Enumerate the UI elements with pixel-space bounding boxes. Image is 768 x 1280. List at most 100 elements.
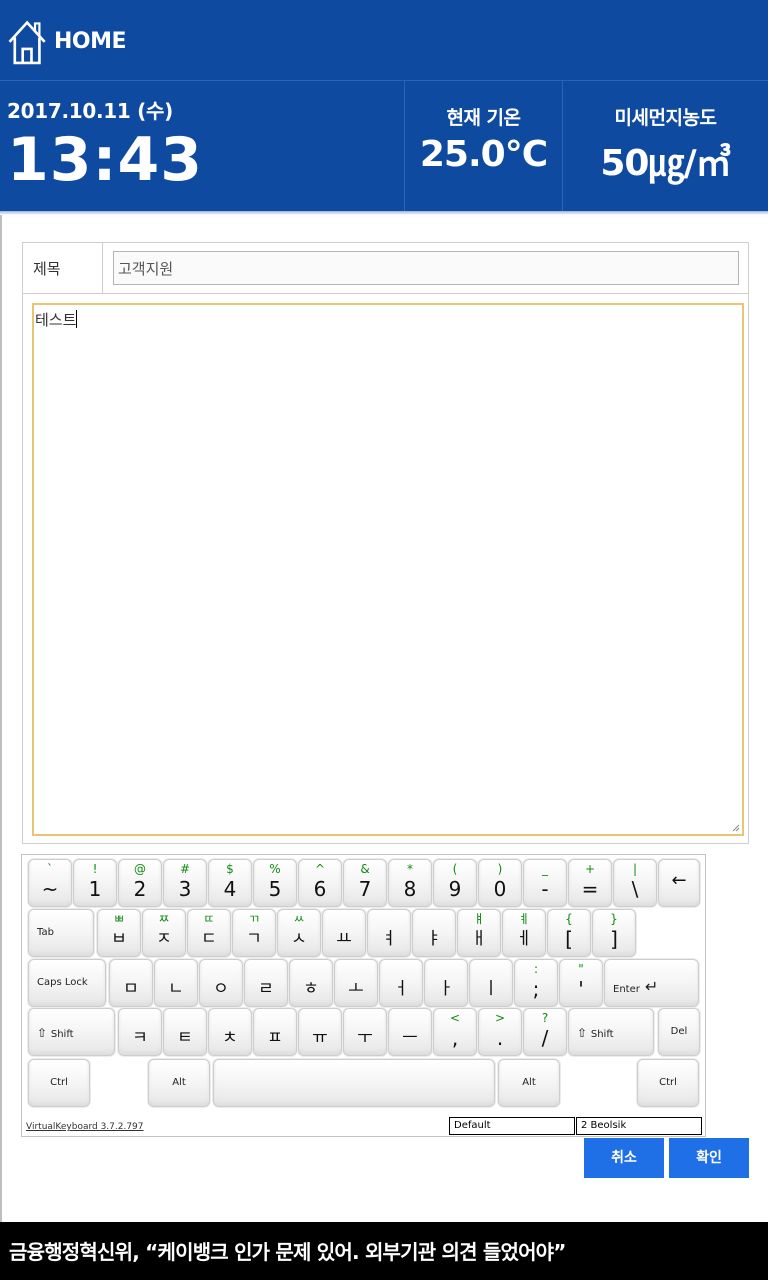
key-e[interactable]: ㄸㄷ <box>187 909 231 957</box>
key-3-shift-char: # <box>179 862 191 876</box>
key-g-char: ㅎ <box>303 979 319 999</box>
enter-arrow-icon: ↵ <box>639 977 659 996</box>
key-c-char: ㅊ <box>222 1028 238 1048</box>
key-equals[interactable]: + = <box>568 859 612 907</box>
key-enter[interactable]: Enter ↵ <box>604 959 699 1007</box>
home-icon <box>8 20 46 65</box>
key-2-char: 2 <box>133 877 147 901</box>
key-y[interactable]: ㅛ <box>322 909 366 957</box>
key-j[interactable]: ㅓ <box>379 959 423 1007</box>
info-bar: 2017.10.11 (수) 13:43 현재 기온 25.0°C 미세먼지농도… <box>0 80 768 211</box>
key-tab[interactable]: Tab <box>28 909 94 957</box>
key-d[interactable]: ㅇ <box>199 959 243 1007</box>
resize-grip-icon[interactable] <box>732 824 740 832</box>
key-c[interactable]: ㅊ <box>208 1008 252 1056</box>
key-rbracket-char: ] <box>610 927 618 951</box>
keyboard-version-link[interactable]: VirtualKeyboard 3.7.2.797 <box>26 1122 144 1132</box>
key-9[interactable]: (9 <box>433 859 477 907</box>
subject-input[interactable] <box>113 251 739 285</box>
key-period-char: . <box>496 1026 504 1050</box>
body-textarea[interactable]: 테스트 <box>32 303 744 836</box>
key-backslash[interactable]: | \ <box>613 859 657 907</box>
key-semicolon[interactable]: :; <box>514 959 558 1007</box>
key-slash[interactable]: ? / <box>523 1008 567 1056</box>
key-6[interactable]: ^ 6 <box>298 859 342 907</box>
key-space[interactable] <box>213 1059 495 1107</box>
key-q-char: ㅂ <box>111 929 127 949</box>
key-l[interactable]: ㅣ <box>469 959 513 1007</box>
key-lctrl[interactable]: Ctrl <box>28 1059 90 1107</box>
cancel-button[interactable]: 취소 <box>584 1138 664 1178</box>
key-minus[interactable]: _ - <box>523 859 567 907</box>
key-b[interactable]: ㅠ <box>298 1008 342 1056</box>
key-a[interactable]: ㅁ <box>109 959 153 1007</box>
temperature-panel: 현재 기온 25.0°C <box>405 81 563 211</box>
keyboard-layout-select[interactable]: Default <box>449 1117 575 1135</box>
key-u[interactable]: ㅕ <box>367 909 411 957</box>
key-0-shift-char: ) <box>497 862 503 876</box>
key-ralt[interactable]: Alt <box>498 1059 560 1107</box>
key-rctrl[interactable]: Ctrl <box>637 1059 699 1107</box>
post-form: 제목 테스트 <box>22 242 749 844</box>
key-lshift[interactable]: ⇧ Shift <box>28 1008 115 1056</box>
key-del[interactable]: Del <box>658 1008 700 1056</box>
key-backspace[interactable]: ← <box>658 859 700 907</box>
key-u-char: ㅕ <box>381 929 397 949</box>
key-1[interactable]: ! 1 <box>73 859 117 907</box>
key-0[interactable]: ) 0 <box>478 859 522 907</box>
key-m[interactable]: ㅡ <box>388 1008 432 1056</box>
key-comma[interactable]: <, <box>433 1008 477 1056</box>
keyboard-ime-select[interactable]: 2 Beolsik <box>576 1117 702 1135</box>
key-period-shift-char: > <box>494 1011 506 1025</box>
key-3[interactable]: #3 <box>163 859 207 907</box>
key-x[interactable]: ㅌ <box>163 1008 207 1056</box>
key-w[interactable]: ㅉㅈ <box>142 909 186 957</box>
fine-dust-panel: 미세먼지농도 50㎍/㎥ <box>563 81 768 211</box>
key-n[interactable]: ㅜ <box>343 1008 387 1056</box>
key-quote[interactable]: " ' <box>559 959 603 1007</box>
key-rbracket[interactable]: }] <box>592 909 636 957</box>
key-8[interactable]: * 8 <box>388 859 432 907</box>
key-9-char: 9 <box>448 877 462 901</box>
key-7-shift-char: & <box>360 862 370 876</box>
key-o[interactable]: ㅒㅐ <box>457 909 501 957</box>
key-r-shift-char: ㄲ <box>248 912 260 926</box>
key-lbracket[interactable]: {[ <box>547 909 591 957</box>
key-rbracket-shift-char: } <box>610 912 618 926</box>
key-7[interactable]: & 7 <box>343 859 387 907</box>
key-k[interactable]: ㅏ <box>424 959 468 1007</box>
key-f[interactable]: ㄹ <box>244 959 288 1007</box>
key-r[interactable]: ㄲㄱ <box>232 909 276 957</box>
key-h[interactable]: ㅗ <box>334 959 378 1007</box>
key-grave-char: ~ <box>41 877 59 901</box>
key-z[interactable]: ㅋ <box>118 1008 162 1056</box>
key-4[interactable]: $4 <box>208 859 252 907</box>
home-button[interactable]: HOME <box>6 12 127 70</box>
key-period[interactable]: >. <box>478 1008 522 1056</box>
key-v[interactable]: ㅍ <box>253 1008 297 1056</box>
key-p[interactable]: ㅖㅔ <box>502 909 546 957</box>
key-g[interactable]: ㅎ <box>289 959 333 1007</box>
key-s[interactable]: ㄴ <box>154 959 198 1007</box>
key-grave[interactable]: ` ~ <box>28 859 72 907</box>
key-comma-shift-char: < <box>449 1011 461 1025</box>
key-lalt[interactable]: Alt <box>148 1059 210 1107</box>
datetime-panel: 2017.10.11 (수) 13:43 <box>0 81 405 211</box>
key-i[interactable]: ㅑ <box>412 909 456 957</box>
key-5[interactable]: % 5 <box>253 859 297 907</box>
key-0-char: 0 <box>493 877 507 901</box>
key-equals-char: = <box>581 877 599 901</box>
key-9-shift-char: ( <box>452 862 458 876</box>
key-4-char: 4 <box>223 877 237 901</box>
key-capslock[interactable]: Caps Lock <box>28 959 106 1007</box>
header-shadow <box>0 211 768 215</box>
key-label-text: Del <box>670 1026 688 1037</box>
shift-arrow-icon: ⇧ <box>577 1026 591 1040</box>
key-q[interactable]: ㅃㅂ <box>97 909 141 957</box>
key-quote-shift-char: " <box>578 962 584 976</box>
key-2[interactable]: @2 <box>118 859 162 907</box>
backspace-arrow-icon: ← <box>671 870 687 891</box>
confirm-button[interactable]: 확인 <box>669 1138 749 1178</box>
key-t[interactable]: ㅆㅅ <box>277 909 321 957</box>
key-rshift[interactable]: ⇧ Shift <box>568 1008 654 1056</box>
